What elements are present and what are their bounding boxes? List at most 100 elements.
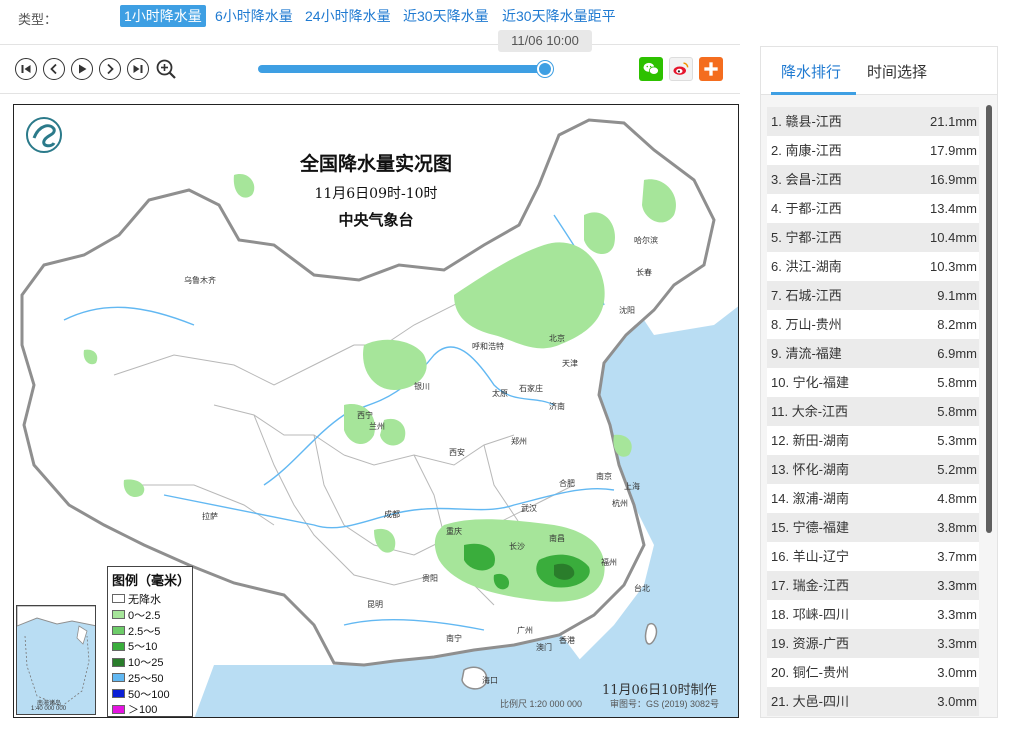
city-label: 杭州: [612, 499, 628, 508]
zoom-button[interactable]: [155, 58, 177, 80]
legend-swatch: [112, 704, 125, 714]
precipitation-map[interactable]: 全国降水量实况图 11月6日09时-10时 中央气象台 乌鲁木齐 哈尔滨 长春 沈阳呼…: [13, 104, 739, 718]
legend-item: 25～50: [112, 670, 188, 686]
precip-value: 3.0mm: [937, 665, 977, 680]
ranking-row[interactable]: 9. 清流-福建 6.9mm: [767, 339, 979, 368]
weibo-share-button[interactable]: [669, 57, 693, 81]
time-slider-handle[interactable]: [537, 61, 553, 77]
next-button[interactable]: [99, 58, 121, 80]
ranking-row[interactable]: 20. 铜仁-贵州 3.0mm: [767, 658, 979, 687]
station-name: 19. 资源-广西: [771, 636, 850, 651]
ranking-row[interactable]: 15. 宁德-福建 3.8mm: [767, 513, 979, 542]
legend-label: 50～100: [128, 688, 170, 701]
city-label: 重庆: [446, 527, 462, 536]
ranking-row[interactable]: 10. 宁化-福建 5.8mm: [767, 368, 979, 397]
divider: [0, 93, 740, 94]
city-label: 上海: [624, 482, 640, 491]
city-label: 南昌: [549, 534, 565, 543]
station-name: 17. 瑞金-江西: [771, 578, 850, 593]
tab-30d-anomaly[interactable]: 近30天降水量距平: [498, 5, 620, 27]
ranking-row[interactable]: 11. 大余-江西 5.8mm: [767, 397, 979, 426]
ranking-row[interactable]: 6. 洪江-湖南 10.3mm: [767, 252, 979, 281]
station-name: 5. 宁都-江西: [771, 230, 842, 245]
play-button[interactable]: [71, 58, 93, 80]
map-scale: 比例尺 1:20 000 000: [500, 699, 583, 709]
station-name: 21. 大邑-四川: [771, 694, 850, 709]
ranking-row[interactable]: 8. 万山-贵州 8.2mm: [767, 310, 979, 339]
ranking-scrollbar[interactable]: [986, 105, 992, 533]
legend-label: 0～2.5: [128, 609, 161, 622]
station-name: 3. 会昌-江西: [771, 172, 842, 187]
city-label: 台北: [634, 584, 650, 593]
wechat-share-button[interactable]: [639, 57, 663, 81]
tab-1h-precip[interactable]: 1小时降水量: [120, 5, 206, 27]
time-slider-track[interactable]: [258, 65, 546, 73]
station-name: 15. 宁德-福建: [771, 520, 850, 535]
tab-time-select[interactable]: 时间选择: [867, 61, 927, 82]
tab-24h-precip[interactable]: 24小时降水量: [301, 5, 395, 27]
precipitation-page: 类型： 1小时降水量 6小时降水量 24小时降水量 近30天降水量 近30天降水…: [0, 0, 1009, 741]
ranking-list: 1. 赣县-江西 21.1mm 2. 南康-江西 17.9mm 3. 会昌-江西 16.9…: [767, 107, 979, 716]
station-name: 8. 万山-贵州: [771, 317, 842, 332]
ranking-row[interactable]: 19. 资源-广西 3.3mm: [767, 629, 979, 658]
chevron-left-icon: [50, 63, 57, 75]
precip-value: 5.8mm: [937, 375, 977, 390]
city-label: 拉萨: [202, 512, 218, 521]
map-subtitle: 11月6日09时-10时: [314, 186, 438, 202]
legend-swatch: [112, 657, 125, 667]
legend-rows: 无降水 0～2.5 2.5～5 5～10 10～25 25～50 50～100 ＞100: [112, 591, 188, 717]
precip-value: 16.9mm: [930, 172, 977, 187]
city-label: 郑州: [511, 437, 527, 446]
ranking-row[interactable]: 2. 南康-江西 17.9mm: [767, 136, 979, 165]
tab-6h-precip[interactable]: 6小时降水量: [211, 5, 297, 27]
type-bar: 类型： 1小时降水量 6小时降水量 24小时降水量 近30天降水量 近30天降水…: [0, 0, 1009, 34]
ranking-row[interactable]: 3. 会昌-江西 16.9mm: [767, 165, 979, 194]
ranking-row[interactable]: 14. 溆浦-湖南 4.8mm: [767, 484, 979, 513]
legend-swatch: [112, 641, 125, 651]
tab-precip-ranking[interactable]: 降水排行: [781, 61, 841, 82]
city-label: 贵阳: [422, 574, 438, 583]
precip-value: 8.2mm: [937, 317, 977, 332]
ranking-row[interactable]: 5. 宁都-江西 10.4mm: [767, 223, 979, 252]
city-label: 南宁: [446, 634, 462, 643]
station-name: 6. 洪江-湖南: [771, 259, 842, 274]
skip-end-icon: [133, 65, 143, 73]
ranking-row[interactable]: 4. 于都-江西 13.4mm: [767, 194, 979, 223]
precip-value: 4.8mm: [937, 491, 977, 506]
ranking-row[interactable]: 7. 石城-江西 9.1mm: [767, 281, 979, 310]
city-label: 成都: [384, 510, 400, 519]
more-share-button[interactable]: [699, 57, 723, 81]
tab-30d-precip[interactable]: 近30天降水量: [399, 5, 493, 27]
play-icon: [79, 64, 87, 74]
legend-swatch: [112, 689, 125, 699]
ranking-row[interactable]: 21. 大邑-四川 3.0mm: [767, 687, 979, 716]
city-label: 北京: [549, 334, 565, 343]
active-tab-indicator: [771, 92, 856, 95]
legend-label: 5～10: [128, 641, 158, 654]
precip-value: 10.3mm: [930, 259, 977, 274]
city-label: 武汉: [521, 504, 537, 513]
legend-item: 50～100: [112, 686, 188, 702]
city-label: 兰州: [369, 422, 385, 431]
skip-last-button[interactable]: [127, 58, 149, 80]
city-label: 昆明: [367, 600, 383, 609]
legend-label: 10～25: [128, 657, 164, 670]
prev-button[interactable]: [43, 58, 65, 80]
map-title: 全国降水量实况图: [299, 153, 452, 175]
ranking-row[interactable]: 18. 邛崃-四川 3.3mm: [767, 600, 979, 629]
plus-icon: [704, 62, 718, 76]
map-approval-number: 审图号：GS (2019) 3082号: [610, 699, 720, 709]
city-label: 银川: [414, 382, 430, 391]
city-label: 天津: [562, 359, 578, 368]
ranking-row[interactable]: 17. 瑞金-江西 3.3mm: [767, 571, 979, 600]
legend-item: 5～10: [112, 638, 188, 654]
ranking-row[interactable]: 16. 羊山-辽宁 3.7mm: [767, 542, 979, 571]
ranking-row[interactable]: 13. 怀化-湖南 5.2mm: [767, 455, 979, 484]
south-china-sea-inset: 南海诸岛 1:40 000 000: [16, 605, 96, 715]
skip-first-button[interactable]: [15, 58, 37, 80]
precip-value: 5.2mm: [937, 462, 977, 477]
ranking-row[interactable]: 1. 赣县-江西 21.1mm: [767, 107, 979, 136]
city-label: 合肥: [559, 479, 575, 488]
city-label: 长春: [636, 268, 652, 277]
ranking-row[interactable]: 12. 新田-湖南 5.3mm: [767, 426, 979, 455]
